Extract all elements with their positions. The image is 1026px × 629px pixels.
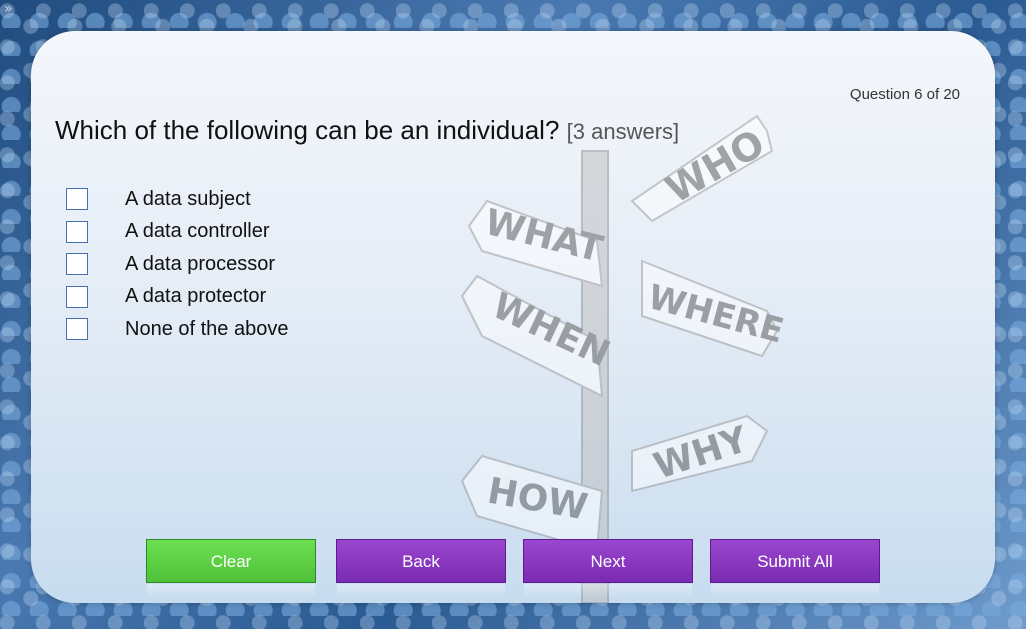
- option-data-subject[interactable]: A data subject: [66, 183, 288, 216]
- next-button[interactable]: Next: [523, 539, 693, 598]
- option-data-processor[interactable]: A data processor: [66, 248, 288, 281]
- answer-options: A data subject A data controller A data …: [66, 183, 288, 346]
- collapse-toggle-icon[interactable]: »: [4, 1, 13, 17]
- question-text: Which of the following can be an individ…: [55, 115, 560, 145]
- checkbox[interactable]: [66, 188, 88, 211]
- option-label: A data subject: [125, 187, 251, 210]
- option-label: A data processor: [125, 252, 276, 275]
- question-heading: Which of the following can be an individ…: [55, 115, 679, 146]
- option-data-controller[interactable]: A data controller: [66, 216, 288, 249]
- clear-button[interactable]: Clear: [146, 539, 316, 598]
- option-label: A data protector: [125, 285, 267, 308]
- submit-all-button[interactable]: Submit All: [710, 539, 880, 598]
- option-label: None of the above: [125, 317, 289, 340]
- signpost-illustration: WHO WHAT WHERE WHEN WHY HOW: [460, 114, 788, 603]
- question-counter: Question 6 of 20: [849, 86, 960, 103]
- checkbox[interactable]: [66, 285, 88, 308]
- quiz-card: WHO WHAT WHERE WHEN WHY HOW Question 6 o…: [31, 31, 995, 603]
- option-label: A data controller: [125, 220, 270, 243]
- checkbox[interactable]: [66, 318, 88, 341]
- answer-count-hint: [3 answers]: [566, 119, 680, 144]
- checkbox[interactable]: [66, 220, 88, 243]
- back-button[interactable]: Back: [336, 539, 506, 598]
- option-none-of-the-above[interactable]: None of the above: [66, 313, 288, 346]
- option-data-protector[interactable]: A data protector: [66, 281, 288, 314]
- checkbox[interactable]: [66, 253, 88, 276]
